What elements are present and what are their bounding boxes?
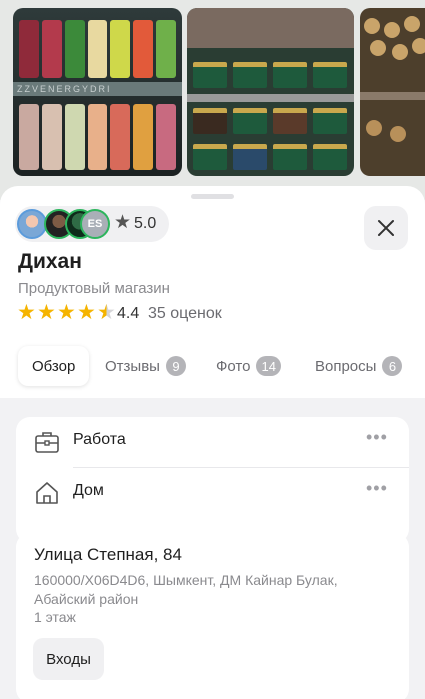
saved-place-home[interactable]: Дом ••• [16, 468, 409, 518]
tab-label: Фото [216, 357, 251, 375]
place-title: Дихан [18, 250, 82, 273]
saved-place-label: Работа [73, 431, 126, 448]
count-badge: 9 [165, 356, 186, 376]
chip-score: 5.0 [134, 215, 157, 232]
home-icon [36, 482, 58, 504]
place-card-sheet: ES ★ 5.0 Дихан Продуктовый магазин ★ ★ ★… [0, 186, 425, 699]
photo-gallery[interactable]: ZZVENERGYDRI [0, 0, 425, 200]
photo-cookies[interactable] [360, 8, 425, 176]
count-badge: 14 [256, 356, 281, 376]
saved-places-card: Работа ••• Дом ••• [16, 417, 409, 543]
address-card: Улица Степная, 84 160000/X06D4D6, Шымкен… [16, 533, 409, 699]
rating-count[interactable]: 35 оценок [148, 305, 222, 323]
rating-stars[interactable]: ★ ★ ★ ★ ★ [17, 301, 116, 325]
entrances-button[interactable]: Входы [33, 638, 104, 680]
close-icon [378, 220, 394, 236]
star-icon: ★ [17, 301, 36, 324]
visitors-rating-chip[interactable]: ES ★ 5.0 [15, 206, 169, 242]
tab-overview[interactable]: Обзор [18, 346, 90, 386]
close-button[interactable] [364, 206, 408, 250]
tab-label: Вопросы [315, 357, 377, 375]
place-category: Продуктовый магазин [18, 280, 170, 297]
floor-info: 1 этаж [34, 609, 76, 625]
star-icon: ★ [114, 212, 132, 233]
tab-reviews[interactable]: Отзывы 9 [105, 346, 186, 386]
tab-label: Отзывы [105, 357, 160, 375]
half-star-icon: ★ [97, 301, 116, 324]
tab-photos[interactable]: Фото 14 [216, 346, 281, 386]
address-line[interactable]: Улица Степная, 84 [34, 545, 182, 565]
star-icon: ★ [57, 301, 76, 324]
more-icon[interactable]: ••• [366, 478, 392, 502]
briefcase-icon [35, 432, 59, 453]
tab-bar: Обзор Отзывы 9 Фото 14 Вопросы 6 [0, 346, 425, 386]
count-badge: 6 [382, 356, 403, 376]
address-details: 160000/X06D4D6, Шымкент, ДМ Кайнар Булак… [34, 572, 338, 607]
saved-place-work[interactable]: Работа ••• [16, 417, 409, 467]
more-icon[interactable]: ••• [366, 427, 392, 451]
avatar-initials: ES [80, 209, 110, 239]
can-row-bottom [19, 104, 177, 170]
tab-label: Обзор [32, 357, 76, 375]
energy-drink-banner: ZZVENERGYDRI [13, 82, 182, 96]
photo-coffee-shelf[interactable] [187, 8, 354, 176]
star-icon: ★ [37, 301, 56, 324]
can-row-top [19, 20, 177, 78]
saved-place-label: Дом [73, 482, 104, 499]
avatar [17, 209, 47, 239]
rating-value: 4.4 [117, 305, 140, 322]
photo-drinks-fridge[interactable]: ZZVENERGYDRI [13, 8, 182, 176]
tab-questions[interactable]: Вопросы 6 [315, 346, 403, 386]
sheet-grabber[interactable] [191, 194, 234, 199]
star-icon: ★ [77, 301, 96, 324]
